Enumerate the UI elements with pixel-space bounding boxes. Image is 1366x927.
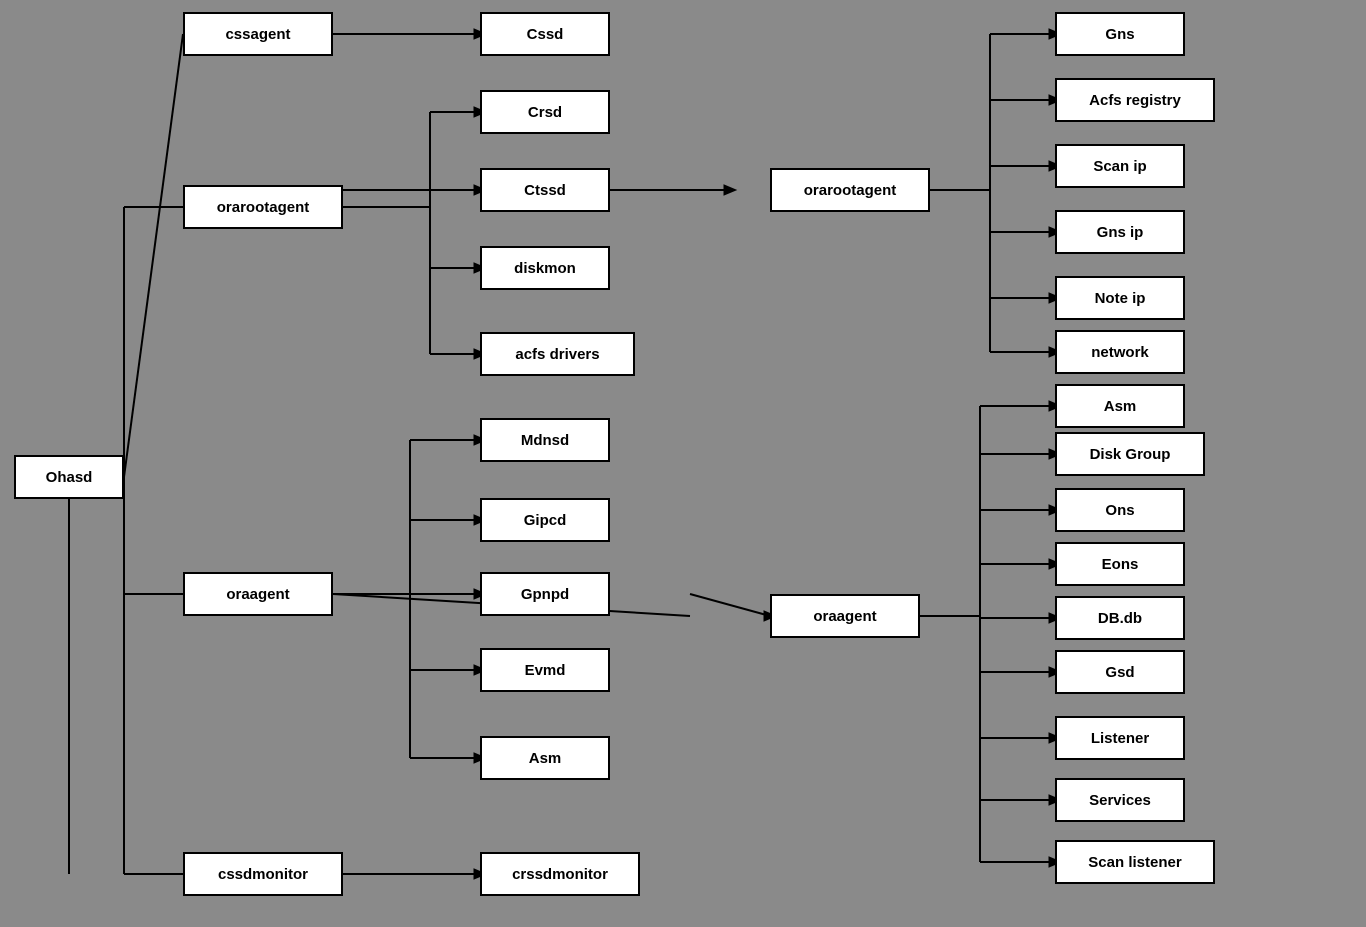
- orarootagent-left-node: orarootagent: [183, 185, 343, 229]
- scan-listener-node: Scan listener: [1055, 840, 1215, 884]
- acfs-drivers-node: acfs drivers: [480, 332, 635, 376]
- diagram: Ohasd cssagent orarootagent oraagent css…: [0, 0, 1366, 927]
- cssdmonitor-node: cssdmonitor: [183, 852, 343, 896]
- asm-left-node: Asm: [480, 736, 610, 780]
- ctssd-node: Ctssd: [480, 168, 610, 212]
- oraagent-right-node: oraagent: [770, 594, 920, 638]
- cssd-node: Cssd: [480, 12, 610, 56]
- diskmon-node: diskmon: [480, 246, 610, 290]
- disk-group-node: Disk Group: [1055, 432, 1205, 476]
- note-ip-node: Note ip: [1055, 276, 1185, 320]
- services-node: Services: [1055, 778, 1185, 822]
- evmd-node: Evmd: [480, 648, 610, 692]
- gsd-node: Gsd: [1055, 650, 1185, 694]
- gpnpd-node: Gpnpd: [480, 572, 610, 616]
- oraagent-left-node: oraagent: [183, 572, 333, 616]
- db-db-node: DB.db: [1055, 596, 1185, 640]
- scan-ip-node: Scan ip: [1055, 144, 1185, 188]
- ohasd-node: Ohasd: [14, 455, 124, 499]
- gipcd-node: Gipcd: [480, 498, 610, 542]
- ons-node: Ons: [1055, 488, 1185, 532]
- gns-node: Gns: [1055, 12, 1185, 56]
- crsd-node: Crsd: [480, 90, 610, 134]
- mdnsd-node: Mdnsd: [480, 418, 610, 462]
- orarootagent-right-node: orarootagent: [770, 168, 930, 212]
- eons-node: Eons: [1055, 542, 1185, 586]
- acfs-registry-node: Acfs registry: [1055, 78, 1215, 122]
- crssdmonitor-node: crssdmonitor: [480, 852, 640, 896]
- asm-right-node: Asm: [1055, 384, 1185, 428]
- listener-node: Listener: [1055, 716, 1185, 760]
- gns-ip-node: Gns ip: [1055, 210, 1185, 254]
- cssagent-node: cssagent: [183, 12, 333, 56]
- network-node: network: [1055, 330, 1185, 374]
